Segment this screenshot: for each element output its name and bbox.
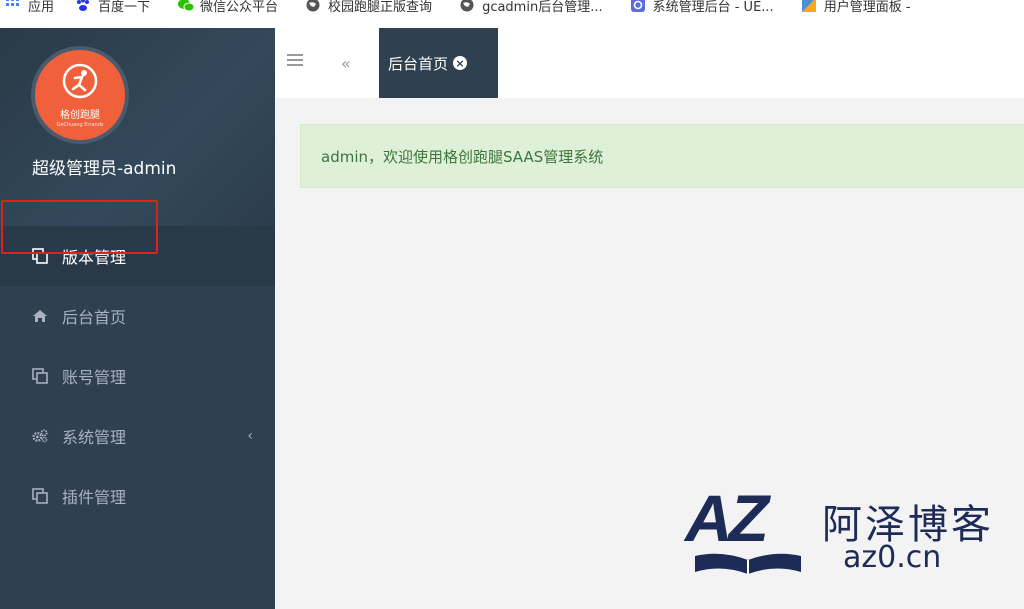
menu-toggle-icon[interactable] xyxy=(287,54,303,68)
bookmark-label: gcadmin后台管理... xyxy=(482,0,603,15)
open-book-icon xyxy=(695,553,801,574)
watermark: AZ 阿泽博客 az0.cn xyxy=(685,480,995,580)
runner-logo-icon xyxy=(62,63,98,99)
bookmark-label: 应用 xyxy=(28,0,55,15)
avatar[interactable]: 格创跑腿 GeChuang Errands xyxy=(31,46,129,144)
watermark-url: az0.cn xyxy=(843,540,942,575)
bookmarks-bar: 应用 百度一下 微信公众平台 校园跑腿正版查询 gcadmin后台管理... 系… xyxy=(0,0,1024,29)
sidebar-item-plugins[interactable]: 插件管理 xyxy=(0,466,275,526)
avatar-brand: 格创跑腿 xyxy=(60,110,100,121)
sidebar-item-label: 系统管理 xyxy=(62,428,127,447)
bookmark-system-admin[interactable]: 系统管理后台 - UE... xyxy=(630,0,774,15)
bookmark-baidu[interactable]: 百度一下 xyxy=(76,0,151,15)
ue-logo-icon xyxy=(630,0,645,12)
sidebar-item-label: 插件管理 xyxy=(62,488,127,507)
bookmark-campus[interactable]: 校园跑腿正版查询 xyxy=(306,0,433,15)
top-navbar: « 后台首页 × xyxy=(275,28,1024,99)
bookmark-label: 系统管理后台 - UE... xyxy=(652,0,774,15)
highlight-box xyxy=(1,200,158,254)
tab-home[interactable]: 后台首页 × xyxy=(379,28,498,98)
scroll-tabs-left-icon[interactable]: « xyxy=(341,54,351,73)
bookmark-gcadmin[interactable]: gcadmin后台管理... xyxy=(460,0,603,15)
bookmark-user-panel[interactable]: 用户管理面板 - xyxy=(801,0,911,15)
brand-logo: 格创跑腿 GeChuang Errands xyxy=(35,50,125,140)
sidebar-item-label: 后台首页 xyxy=(62,308,127,327)
sidebar-item-home[interactable]: 后台首页 xyxy=(0,286,275,346)
home-icon xyxy=(32,308,48,324)
gears-icon xyxy=(32,428,48,444)
copy-icon xyxy=(32,368,48,384)
welcome-text: admin，欢迎使用格创跑腿SAAS管理系统 xyxy=(321,147,604,166)
panel-icon xyxy=(801,0,816,12)
sidebar-item-system[interactable]: 系统管理 ‹ xyxy=(0,406,275,466)
copy-icon xyxy=(32,488,48,504)
watermark-logo: AZ xyxy=(685,481,769,555)
bookmark-label: 微信公众平台 xyxy=(200,0,279,15)
wechat-icon xyxy=(178,0,195,12)
chevron-left-icon: ‹ xyxy=(247,428,253,444)
bookmark-label: 校园跑腿正版查询 xyxy=(328,0,433,15)
close-icon[interactable]: × xyxy=(453,56,468,70)
avatar-subtitle: GeChuang Errands xyxy=(56,122,104,128)
sidebar-item-accounts[interactable]: 账号管理 xyxy=(0,346,275,406)
globe-icon xyxy=(460,0,474,12)
user-name[interactable]: 超级管理员-admin xyxy=(32,154,176,179)
bookmark-wechat[interactable]: 微信公众平台 xyxy=(178,0,279,15)
apps-grid-icon xyxy=(6,0,20,12)
bookmark-apps[interactable]: 应用 xyxy=(6,0,55,15)
tab-label: 后台首页 xyxy=(388,54,449,73)
globe-icon xyxy=(306,0,320,12)
sidebar: 格创跑腿 GeChuang Errands 超级管理员-admin 版本管理 后… xyxy=(0,28,275,609)
baidu-paw-icon xyxy=(76,0,90,12)
bookmark-label: 用户管理面板 - xyxy=(823,0,911,15)
profile-header: 格创跑腿 GeChuang Errands 超级管理员-admin xyxy=(0,28,275,226)
welcome-alert: admin，欢迎使用格创跑腿SAAS管理系统 xyxy=(300,124,1024,188)
bookmark-label: 百度一下 xyxy=(98,0,151,15)
sidebar-item-label: 账号管理 xyxy=(62,368,127,387)
